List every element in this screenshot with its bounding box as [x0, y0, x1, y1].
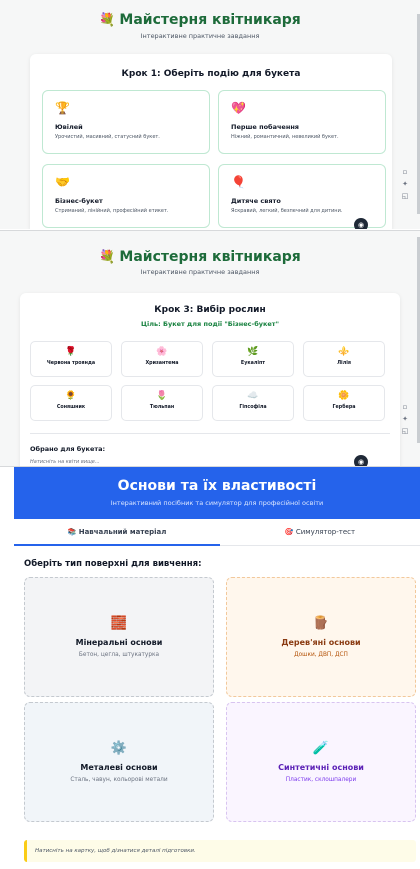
header-title: Основи та їх властивості: [117, 478, 317, 494]
surface-card-mineral[interactable]: 🧱 Мінеральні основи Бетон, цегла, штукат…: [24, 577, 214, 697]
assistant-icon[interactable]: ◉: [354, 455, 368, 466]
event-card-jubilee[interactable]: 🏆 Ювілей Урочистий, масивний, статусний …: [42, 90, 210, 154]
header-subtitle: Інтерактивний посібник та симулятор для …: [110, 499, 324, 507]
gypsophila-icon: ☁️: [247, 391, 259, 401]
flower-workshop-step3: 💐 Майстерня квітникаря Інтерактивне практ…: [0, 230, 420, 466]
app-title: 💐 Майстерня квітникаря: [99, 12, 301, 28]
handshake-icon: 🤝: [55, 175, 70, 189]
brick-icon: 🧱: [110, 616, 128, 631]
surface-heading: Оберіть тип поверхні для вивчення:: [24, 559, 202, 569]
tab-learning-material[interactable]: 📚 Навчальний матеріал: [14, 519, 220, 546]
chosen-label: Обрано для букета:: [30, 445, 106, 453]
side-toolbar: ▫ ✦ ◱: [398, 168, 412, 200]
plant-card-gypsophila[interactable]: ☁️ Гіпсофіла: [212, 385, 294, 421]
expand-icon[interactable]: ◱: [402, 192, 409, 200]
surface-card-synthetic[interactable]: 🧪 Синтетичні основи Пластик, склошпалери: [226, 702, 416, 822]
bookmark-icon[interactable]: ▫: [403, 168, 408, 176]
target-icon: 🎯: [284, 528, 294, 536]
header-banner: Основи та їх властивості Інтерактивний п…: [14, 467, 420, 519]
step3-goal: Ціль: Букет для події "Бізнес-букет": [141, 320, 279, 328]
sparkle-icon[interactable]: ✦: [402, 415, 408, 423]
test-tube-icon: 🧪: [312, 741, 330, 756]
lily-icon: ⚜️: [338, 347, 350, 357]
plant-card-lily[interactable]: ⚜️ Лілія: [303, 341, 385, 377]
chosen-hint: Натисніть на квіти вище...: [30, 459, 100, 465]
divider: [30, 433, 390, 434]
surface-card-wood[interactable]: 🪵 Дерев'яні основи Дошки, ДВП, ДСП: [226, 577, 416, 697]
plant-card-eucalyptus[interactable]: 🌿 Еукаліпт: [212, 341, 294, 377]
plant-card-gerbera[interactable]: 🌼 Гербера: [303, 385, 385, 421]
plant-card-tulip[interactable]: 🌷 Тюльпан: [121, 385, 203, 421]
trophy-icon: 🏆: [55, 101, 70, 115]
event-card-business[interactable]: 🤝 Бізнес-букет Стриманий, лінійний, проф…: [42, 164, 210, 228]
assistant-icon[interactable]: ◉: [354, 218, 368, 229]
gear-icon: ⚙️: [110, 741, 128, 756]
hint-box: Натисніть на картку, щоб дізнатися детал…: [24, 840, 416, 862]
chrysanthemum-icon: 🌸: [156, 347, 168, 357]
books-icon: 📚: [67, 528, 77, 536]
gerbera-icon: 🌼: [338, 391, 350, 401]
app-subtitle: Інтерактивне практичне завдання: [140, 268, 260, 276]
app-subtitle: Інтерактивне практичне завдання: [140, 32, 260, 40]
expand-icon[interactable]: ◱: [402, 427, 409, 435]
step1-heading: Крок 1: Оберіть подію для букета: [121, 69, 301, 79]
plant-card-chrysanthemum[interactable]: 🌸 Хризантема: [121, 341, 203, 377]
bookmark-icon[interactable]: ▫: [403, 403, 408, 411]
step3-heading: Крок 3: Вибір рослин: [154, 305, 266, 315]
eucalyptus-icon: 🌿: [247, 347, 259, 357]
plant-card-sunflower[interactable]: 🌻 Соняшник: [30, 385, 112, 421]
side-toolbar: ▫ ✦ ◱: [398, 403, 412, 435]
rose-icon: 🌹: [65, 347, 77, 357]
step3-card: Крок 3: Вибір рослин Ціль: Букет для под…: [20, 293, 400, 466]
step1-card: Крок 1: Оберіть подію для букета 🏆 Ювіле…: [30, 54, 392, 229]
sunflower-icon: 🌻: [65, 391, 77, 401]
balloon-icon: 🎈: [231, 175, 246, 189]
bouquet-icon: 💐: [99, 13, 116, 28]
event-card-first-date[interactable]: 💖 Перше побачення Ніжний, романтичний, н…: [218, 90, 386, 154]
bouquet-icon: 💐: [99, 250, 116, 265]
app-title: 💐 Майстерня квітникаря: [99, 249, 301, 265]
sparkle-icon[interactable]: ✦: [402, 180, 408, 188]
surfaces-learning-app: Основи та їх властивості Інтерактивний п…: [0, 466, 420, 869]
flower-workshop-step1: 💐 Майстерня квітникаря Інтерактивне практ…: [0, 0, 420, 229]
tulip-icon: 🌷: [156, 391, 168, 401]
tab-simulator[interactable]: 🎯 Симулятор-тест: [220, 519, 420, 546]
heart-icon: 💖: [231, 101, 246, 115]
wood-icon: 🪵: [312, 616, 330, 631]
surface-card-metal[interactable]: ⚙️ Металеві основи Сталь, чавун, кольоро…: [24, 702, 214, 822]
plant-card-red-rose[interactable]: 🌹 Червона троянда: [30, 341, 112, 377]
